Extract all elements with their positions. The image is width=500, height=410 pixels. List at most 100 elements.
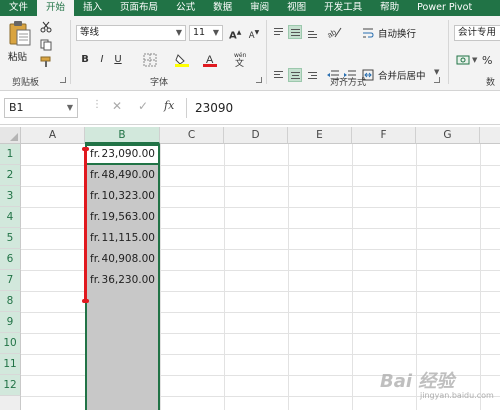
cell-value: 40,908.00 <box>101 253 155 265</box>
name-box-value: B1 <box>9 101 24 114</box>
tab-page-layout[interactable]: 页面布局 <box>111 0 167 16</box>
red-annotation-marker <box>82 147 89 303</box>
accounting-format-icon[interactable] <box>456 53 470 67</box>
tab-review[interactable]: 审阅 <box>241 0 278 16</box>
gridline <box>224 144 225 410</box>
chevron-down-icon: ▼ <box>434 68 440 76</box>
alignment-group-label: 对齐方式 <box>330 78 367 88</box>
cell-value: 19,563.00 <box>101 211 155 223</box>
currency-prefix: fr. <box>90 211 101 223</box>
alignment-dialog-launcher[interactable] <box>434 77 440 83</box>
cut-icon[interactable] <box>40 21 52 33</box>
tab-help[interactable]: 帮助 <box>371 0 408 16</box>
clipboard-dialog-launcher[interactable] <box>60 77 66 83</box>
bold-button[interactable]: B <box>79 53 91 67</box>
clipboard-group-label: 剪贴板 <box>12 78 40 88</box>
wrap-text-button[interactable]: 自动换行 <box>362 26 426 40</box>
row-header[interactable]: 10 <box>0 333 21 354</box>
cell-value: 23,090.00 <box>101 148 155 160</box>
column-header-a[interactable]: A <box>21 127 85 144</box>
tab-home[interactable]: 开始 <box>37 0 75 16</box>
row-header[interactable]: 9 <box>0 312 21 333</box>
row-header[interactable]: 5 <box>0 228 21 249</box>
shrink-font-button[interactable]: A▼ <box>248 26 260 41</box>
font-color-icon[interactable]: A <box>203 53 217 67</box>
name-box[interactable]: B1 ▼ <box>4 98 78 118</box>
cell-b6[interactable]: fr. 40,908.00 <box>87 249 158 270</box>
font-dialog-launcher[interactable] <box>256 77 262 83</box>
tab-developer[interactable]: 开发工具 <box>315 0 371 16</box>
row-header[interactable]: 12 <box>0 375 21 396</box>
ribbon-home: 粘贴 剪贴板 等线 ▼ 11 ▼ A▲ A▼ B I U A wén 文 字体 <box>0 16 500 91</box>
currency-prefix: fr. <box>90 148 101 160</box>
baidu-watermark-url: jingyan.baidu.com <box>420 391 494 400</box>
orientation-icon[interactable]: ab <box>326 25 342 39</box>
row-header[interactable]: 8 <box>0 291 21 312</box>
row-header[interactable]: 2 <box>0 165 21 186</box>
tab-view[interactable]: 视图 <box>278 0 315 16</box>
row-header[interactable]: 11 <box>0 354 21 375</box>
column-header-e[interactable]: E <box>288 127 352 144</box>
chevron-down-icon: ▼ <box>175 28 182 37</box>
number-format-value: 会计专用 <box>458 27 497 38</box>
tab-data[interactable]: 数据 <box>204 0 241 16</box>
number-group-label: 数 <box>486 78 496 88</box>
cell-value: 11,115.00 <box>101 232 155 244</box>
row-header[interactable]: 4 <box>0 207 21 228</box>
row-header[interactable]: 3 <box>0 186 21 207</box>
cancel-icon[interactable]: ✕ <box>112 99 122 113</box>
column-header-d[interactable]: D <box>224 127 288 144</box>
row-header[interactable]: 7 <box>0 270 21 291</box>
cell-b3[interactable]: fr. 10,323.00 <box>87 186 158 207</box>
copy-icon[interactable] <box>40 39 52 51</box>
row-header[interactable] <box>0 396 21 410</box>
column-header-g[interactable]: G <box>416 127 480 144</box>
svg-text:文: 文 <box>235 57 244 67</box>
cell-b5[interactable]: fr. 11,115.00 <box>87 228 158 249</box>
underline-button[interactable]: U <box>112 53 124 67</box>
chevron-down-icon: ▼ <box>212 28 219 37</box>
percent-style-button[interactable]: % <box>482 54 492 67</box>
enter-icon[interactable]: ✓ <box>138 99 148 113</box>
formula-bar: B1 ▼ ⋮ ✕ ✓ fx 23090 <box>0 91 500 125</box>
tab-power-pivot[interactable]: Power Pivot <box>408 0 481 16</box>
number-format-select[interactable]: 会计专用 <box>454 25 500 41</box>
borders-icon[interactable] <box>143 53 157 67</box>
row-header[interactable]: 6 <box>0 249 21 270</box>
column-header-c[interactable]: C <box>160 127 224 144</box>
font-name-select[interactable]: 等线 ▼ <box>76 25 186 41</box>
fill-color-icon[interactable] <box>175 53 191 67</box>
align-right-button[interactable] <box>305 68 319 82</box>
cell-b1[interactable]: fr. 23,090.00 <box>87 144 158 165</box>
align-bottom-button[interactable] <box>305 25 319 39</box>
tab-formulas[interactable]: 公式 <box>167 0 204 16</box>
grow-font-button[interactable]: A▲ <box>229 26 241 41</box>
italic-button[interactable]: I <box>96 53 108 67</box>
gridline <box>288 144 289 410</box>
align-center-button[interactable] <box>288 68 302 82</box>
chevron-down-icon: ▼ <box>66 103 73 112</box>
column-header-next[interactable] <box>480 127 500 144</box>
select-all-button[interactable] <box>0 127 21 144</box>
cell-b2[interactable]: fr. 48,490.00 <box>87 165 158 186</box>
paste-button[interactable]: 粘贴 <box>6 20 34 63</box>
format-painter-icon[interactable] <box>40 56 52 68</box>
align-top-button[interactable] <box>271 25 285 39</box>
formula-input[interactable]: 23090 <box>186 98 496 118</box>
cell-b7[interactable]: fr. 36,230.00 <box>87 270 158 291</box>
font-size-select[interactable]: 11 ▼ <box>189 25 223 41</box>
column-header-f[interactable]: F <box>352 127 416 144</box>
insert-function-icon[interactable]: fx <box>164 99 174 112</box>
tab-file[interactable]: 文件 <box>0 0 37 16</box>
cell-b4[interactable]: fr. 19,563.00 <box>87 207 158 228</box>
cell-value: 10,323.00 <box>101 190 155 202</box>
merge-center-label: 合并后居中 <box>378 71 426 82</box>
tab-insert[interactable]: 插入 <box>74 0 111 16</box>
phonetic-guide-icon[interactable]: wén 文 <box>233 51 247 67</box>
row-header[interactable]: 1 <box>0 144 21 165</box>
merge-center-button[interactable]: 合并后居中 ▼ <box>362 68 442 82</box>
align-middle-button[interactable] <box>288 25 302 39</box>
group-divider <box>266 20 267 84</box>
align-left-button[interactable] <box>271 68 285 82</box>
column-header-b[interactable]: B <box>85 127 160 144</box>
